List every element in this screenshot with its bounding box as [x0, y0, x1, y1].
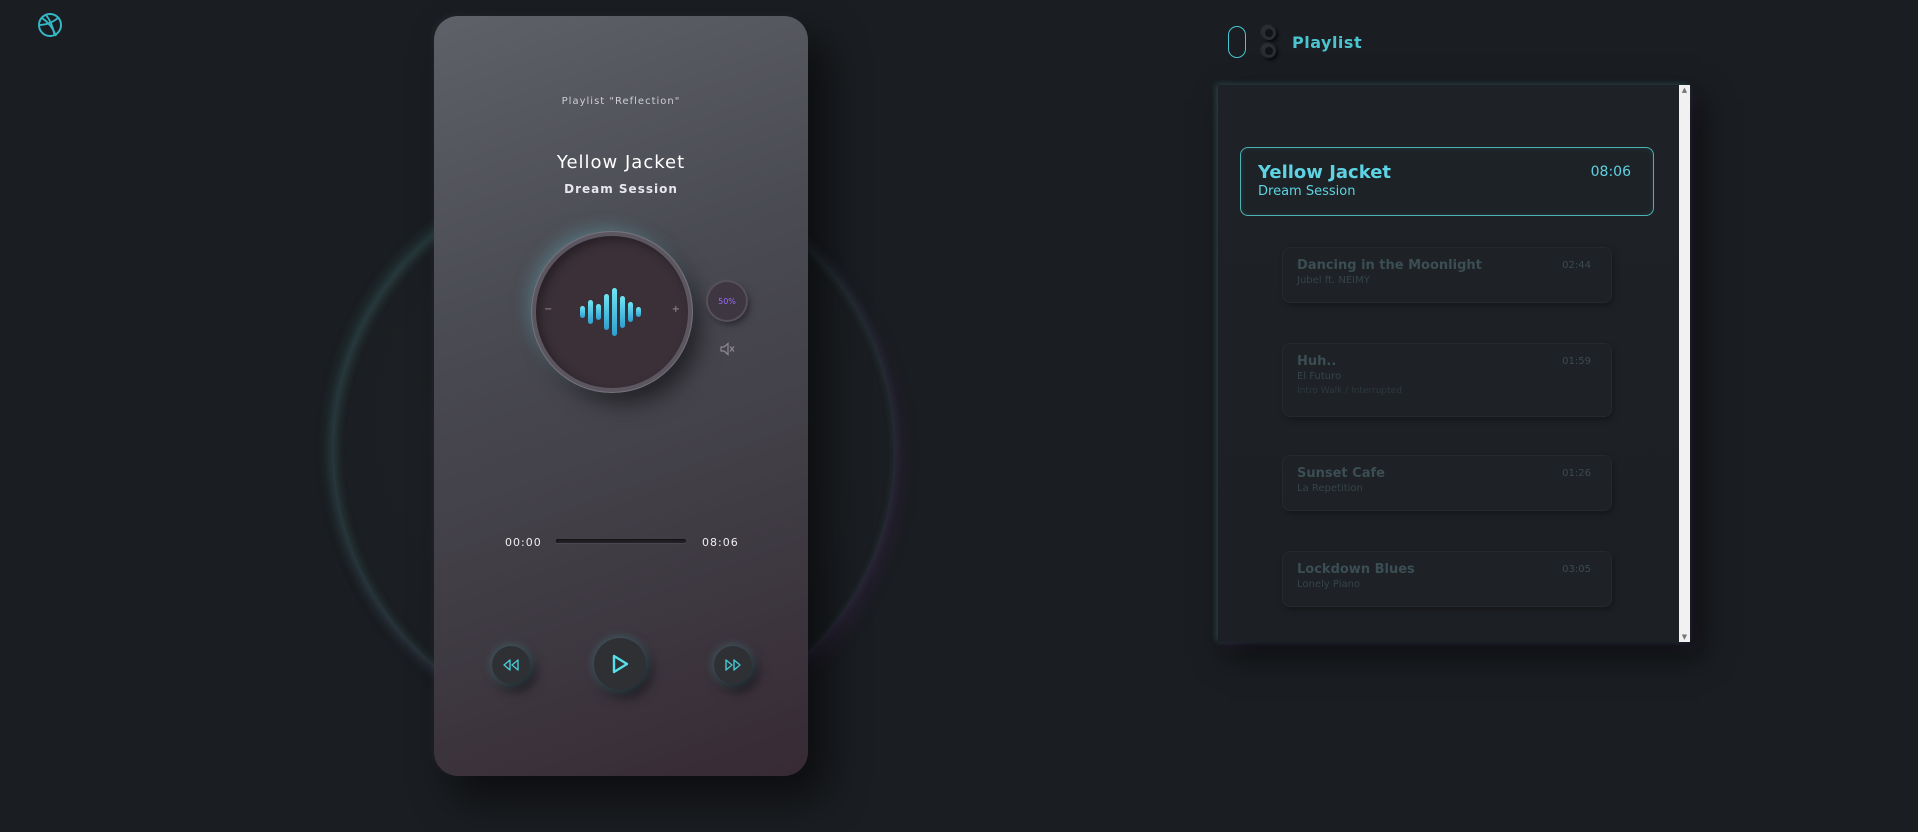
track-name: Dancing in the Moonlight	[1297, 258, 1482, 273]
track-artist: La Repetition	[1297, 483, 1363, 494]
play-button[interactable]	[594, 638, 646, 690]
track-duration: 01:26	[1562, 468, 1591, 479]
song-title: Yellow Jacket	[556, 152, 686, 173]
fast-forward-icon	[725, 659, 741, 671]
sound-wave-icon	[580, 288, 641, 336]
track-artist: Dream Session	[1258, 184, 1356, 199]
song-artist: Dream Session	[564, 182, 678, 196]
track-name: Yellow Jacket	[1258, 162, 1392, 183]
play-icon	[612, 654, 629, 674]
scroll-down-arrow[interactable]: ▼	[1679, 632, 1690, 642]
scrollbar[interactable]: ▲ ▼	[1679, 85, 1690, 642]
playlist-item[interactable]: Sunset Cafe La Repetition 01:26	[1282, 455, 1612, 511]
volume-level-button[interactable]: 50%	[708, 282, 746, 320]
track-artist: Lonely Piano	[1297, 579, 1361, 590]
track-duration: 01:59	[1562, 356, 1591, 367]
track-note: Intro Walk / Interrupted	[1297, 386, 1402, 396]
player-card: Playlist "Reflection" Yellow Jacket Drea…	[434, 16, 808, 776]
playlist-item[interactable]: Lockdown Blues Lonely Piano 03:05	[1282, 551, 1612, 607]
view-toggle[interactable]	[1260, 25, 1278, 59]
track-duration: 03:05	[1562, 564, 1591, 575]
playlist-header: Playlist	[1228, 24, 1362, 60]
total-time: 08:06	[702, 536, 739, 549]
volume-level: 50%	[718, 296, 736, 306]
playlist-item-active[interactable]: Yellow Jacket Dream Session 08:06	[1240, 147, 1654, 216]
playlist-item[interactable]: Dancing in the Moonlight Jubel ft. NEIMY…	[1282, 247, 1612, 303]
fast-forward-button[interactable]	[714, 646, 752, 684]
track-duration: 08:06	[1590, 164, 1631, 180]
track-name: Sunset Cafe	[1297, 466, 1385, 481]
track-duration: 02:44	[1562, 260, 1591, 271]
progress-bar[interactable]	[556, 539, 686, 543]
volume-up-label: +	[671, 304, 680, 315]
scroll-up-arrow[interactable]: ▲	[1679, 85, 1690, 95]
playlist-item[interactable]: Huh.. El Futuro Intro Walk / Interrupted…	[1282, 343, 1612, 417]
track-artist: El Futuro	[1297, 371, 1342, 382]
playlist-label: Playlist "Reflection"	[561, 96, 681, 107]
track-name: Huh..	[1297, 354, 1337, 369]
speaker-muted-icon[interactable]	[720, 342, 736, 356]
current-time: 00:00	[505, 536, 542, 549]
scroll-indicator[interactable]	[1228, 26, 1246, 58]
volume-down-label: −	[544, 304, 553, 315]
volume-knob[interactable]: − +	[536, 236, 688, 388]
rewind-icon	[503, 659, 519, 671]
track-name: Lockdown Blues	[1297, 562, 1415, 577]
rewind-button[interactable]	[492, 646, 530, 684]
track-artist: Jubel ft. NEIMY	[1297, 275, 1370, 286]
playlist-panel: Yellow Jacket Dream Session 08:06 Dancin…	[1218, 85, 1690, 642]
playlist-title: Playlist	[1292, 32, 1363, 52]
dribbble-icon[interactable]	[37, 12, 63, 38]
